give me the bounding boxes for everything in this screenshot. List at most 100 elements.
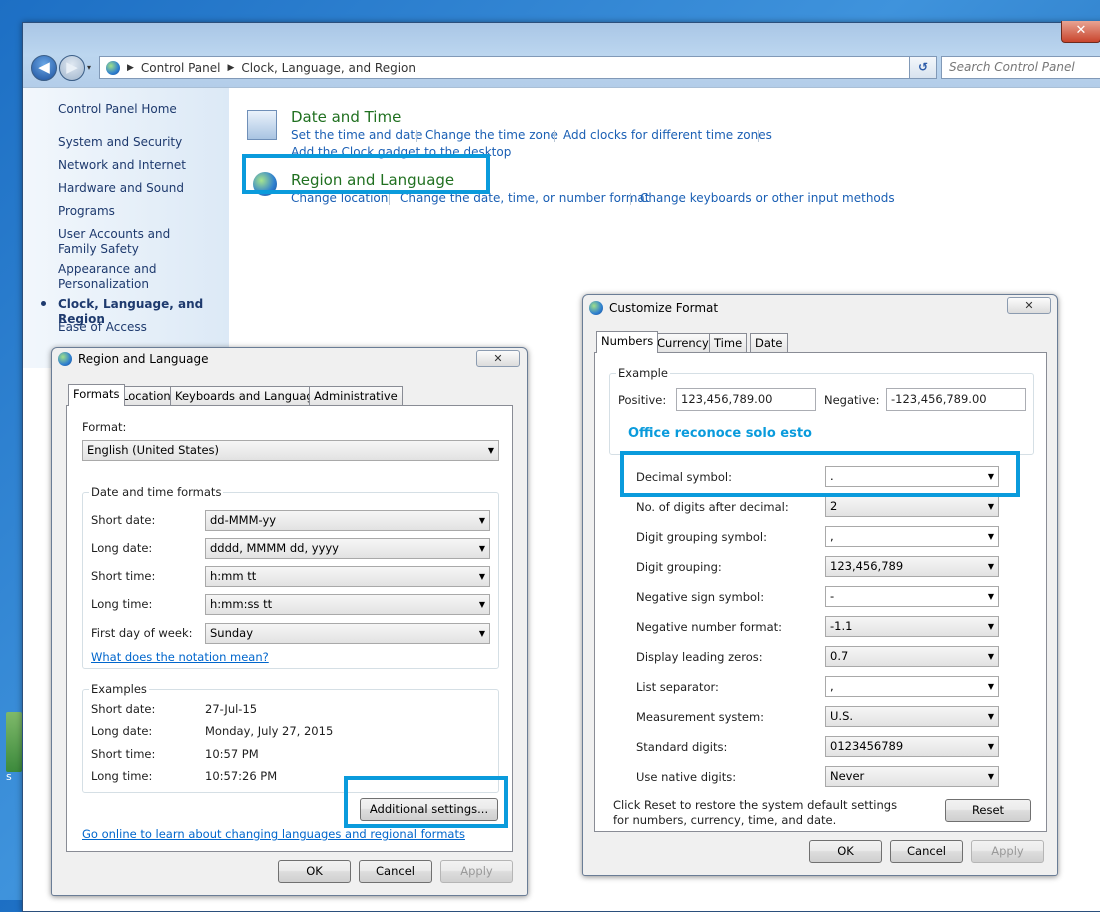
add-clocks-link[interactable]: Add clocks for different time zones xyxy=(563,128,772,142)
search-input[interactable]: Search Control Panel xyxy=(941,56,1100,79)
negative-number-format-select[interactable]: -1.1 ▼ xyxy=(825,616,999,637)
recent-pages-chevron-icon[interactable]: ▾ xyxy=(87,63,91,72)
dialog-close-button[interactable]: ✕ xyxy=(1007,297,1051,314)
sidebar-item-programs[interactable]: Programs xyxy=(58,204,115,219)
dialog-title: Region and Language xyxy=(58,352,209,366)
negative-sign-label: Negative sign symbol: xyxy=(636,590,765,604)
long-time-select[interactable]: h:mm:ss tt ▼ xyxy=(205,594,490,615)
tab-date[interactable]: Date xyxy=(750,333,788,352)
negative-number-format-label: Negative number format: xyxy=(636,620,783,634)
sidebar-item-hardware-sound[interactable]: Hardware and Sound xyxy=(58,181,184,196)
apply-button[interactable]: Apply xyxy=(440,860,513,883)
link-divider xyxy=(416,130,417,142)
negative-sign-select[interactable]: - ▼ xyxy=(825,586,999,607)
digit-grouping-symbol-select[interactable]: , ▼ xyxy=(825,526,999,547)
leading-zeros-label: Display leading zeros: xyxy=(636,650,763,664)
digits-after-decimal-select[interactable]: 2 ▼ xyxy=(825,496,999,517)
list-separator-select[interactable]: , ▼ xyxy=(825,676,999,697)
change-time-zone-link[interactable]: Change the time zone xyxy=(425,128,558,142)
standard-digits-value: 0123456789 xyxy=(830,739,904,753)
group-label: Date and time formats xyxy=(89,485,224,499)
formats-panel: Format: English (United States) ▼ Date an… xyxy=(66,405,513,852)
tab-location[interactable]: Location xyxy=(117,386,176,405)
digit-grouping-label: Digit grouping: xyxy=(636,560,722,574)
change-keyboards-link[interactable]: Change keyboards or other input methods xyxy=(640,191,895,205)
example-group: Example Positive: 123,456,789.00 Negativ… xyxy=(609,366,1034,455)
globe-icon xyxy=(253,172,277,196)
long-time-value: h:mm:ss tt xyxy=(210,597,273,611)
sidebar-item-ease-of-access[interactable]: Ease of Access xyxy=(58,320,147,335)
dialog-close-button[interactable]: ✕ xyxy=(476,350,520,367)
breadcrumb-control-panel[interactable]: Control Panel xyxy=(141,61,221,75)
refresh-button[interactable]: ↺ xyxy=(909,56,937,79)
tab-numbers[interactable]: Numbers xyxy=(596,331,659,353)
add-clock-gadget-link[interactable]: Add the Clock gadget to the desktop xyxy=(291,145,511,159)
measurement-system-label: Measurement system: xyxy=(636,710,765,724)
tab-administrative[interactable]: Administrative xyxy=(309,386,403,405)
negative-number-format-value: -1.1 xyxy=(830,619,853,633)
ok-button[interactable]: OK xyxy=(809,840,882,863)
window-close-button[interactable]: ✕ xyxy=(1061,21,1100,43)
standard-digits-select[interactable]: 0123456789 ▼ xyxy=(825,736,999,757)
dropdown-arrow-icon: ▼ xyxy=(987,562,994,571)
notation-help-link[interactable]: What does the notation mean? xyxy=(91,650,269,664)
breadcrumb-chevron-icon[interactable]: ▶ xyxy=(228,63,235,73)
address-bar[interactable]: ▶ Control Panel ▶ Clock, Language, and R… xyxy=(99,56,935,79)
dropdown-arrow-icon: ▼ xyxy=(987,622,994,631)
example-short-time-value: 10:57 PM xyxy=(205,747,259,761)
category-region-language-title[interactable]: Region and Language xyxy=(291,171,454,189)
dropdown-arrow-icon: ▼ xyxy=(987,502,994,511)
desktop-shortcut-icon[interactable]: s xyxy=(6,712,22,783)
set-time-date-link[interactable]: Set the time and date xyxy=(291,128,422,142)
back-button[interactable]: ◀ xyxy=(31,55,57,81)
native-digits-value: Never xyxy=(830,769,865,783)
sidebar-item-appearance[interactable]: Appearance and Personalization xyxy=(58,262,178,292)
digits-after-decimal-label: No. of digits after decimal: xyxy=(636,500,789,514)
tab-currency[interactable]: Currency xyxy=(652,333,714,352)
dropdown-arrow-icon: ▼ xyxy=(987,652,994,661)
first-day-value: Sunday xyxy=(210,626,254,640)
example-long-time-value: 10:57:26 PM xyxy=(205,769,278,783)
change-format-link[interactable]: Change the date, time, or number format xyxy=(400,191,649,205)
leading-zeros-select[interactable]: 0.7 ▼ xyxy=(825,646,999,667)
apply-button[interactable]: Apply xyxy=(971,840,1044,863)
region-language-dialog: Region and Language ✕ Formats Location K… xyxy=(51,347,528,896)
first-day-select[interactable]: Sunday ▼ xyxy=(205,623,490,644)
link-divider xyxy=(758,130,759,142)
breadcrumb-clock-language-region[interactable]: Clock, Language, and Region xyxy=(241,61,416,75)
format-select[interactable]: English (United States) ▼ xyxy=(82,440,499,461)
ok-button[interactable]: OK xyxy=(278,860,351,883)
measurement-system-select[interactable]: U.S. ▼ xyxy=(825,706,999,727)
short-date-select[interactable]: dd-MMM-yy ▼ xyxy=(205,510,490,531)
online-help-link[interactable]: Go online to learn about changing langua… xyxy=(82,827,465,841)
additional-settings-button[interactable]: Additional settings... xyxy=(360,798,498,821)
decimal-symbol-select[interactable]: . ▼ xyxy=(825,466,999,487)
cancel-button[interactable]: Cancel xyxy=(890,840,963,863)
digit-grouping-select[interactable]: 123,456,789 ▼ xyxy=(825,556,999,577)
breadcrumb-chevron-icon[interactable]: ▶ xyxy=(127,63,134,73)
decimal-symbol-value: . xyxy=(830,469,834,483)
tab-formats[interactable]: Formats xyxy=(68,384,125,406)
short-time-select[interactable]: h:mm tt ▼ xyxy=(205,566,490,587)
sidebar-item-system-security[interactable]: System and Security xyxy=(58,135,182,150)
change-location-link[interactable]: Change location xyxy=(291,191,388,205)
format-label: Format: xyxy=(82,420,127,434)
tab-time[interactable]: Time xyxy=(709,333,748,352)
sidebar-item-user-accounts[interactable]: User Accounts and Family Safety xyxy=(58,227,208,257)
dropdown-arrow-icon: ▼ xyxy=(987,742,994,751)
tab-keyboards-languages[interactable]: Keyboards and Languages xyxy=(170,386,332,405)
native-digits-select[interactable]: Never ▼ xyxy=(825,766,999,787)
sidebar-home-link[interactable]: Control Panel Home xyxy=(58,102,177,117)
list-separator-value: , xyxy=(830,679,834,693)
category-date-time-title[interactable]: Date and Time xyxy=(291,108,401,126)
sidebar-item-network-internet[interactable]: Network and Internet xyxy=(58,158,186,173)
forward-button[interactable]: ▶ xyxy=(59,55,85,81)
group-label: Example xyxy=(616,366,670,380)
reset-button[interactable]: Reset xyxy=(945,799,1031,822)
link-divider xyxy=(389,193,390,205)
cancel-button[interactable]: Cancel xyxy=(359,860,432,883)
list-separator-label: List separator: xyxy=(636,680,719,694)
short-date-value: dd-MMM-yy xyxy=(210,513,277,527)
example-short-date-value: 27-Jul-15 xyxy=(205,702,258,716)
long-date-select[interactable]: dddd, MMMM dd, yyyy ▼ xyxy=(205,538,490,559)
